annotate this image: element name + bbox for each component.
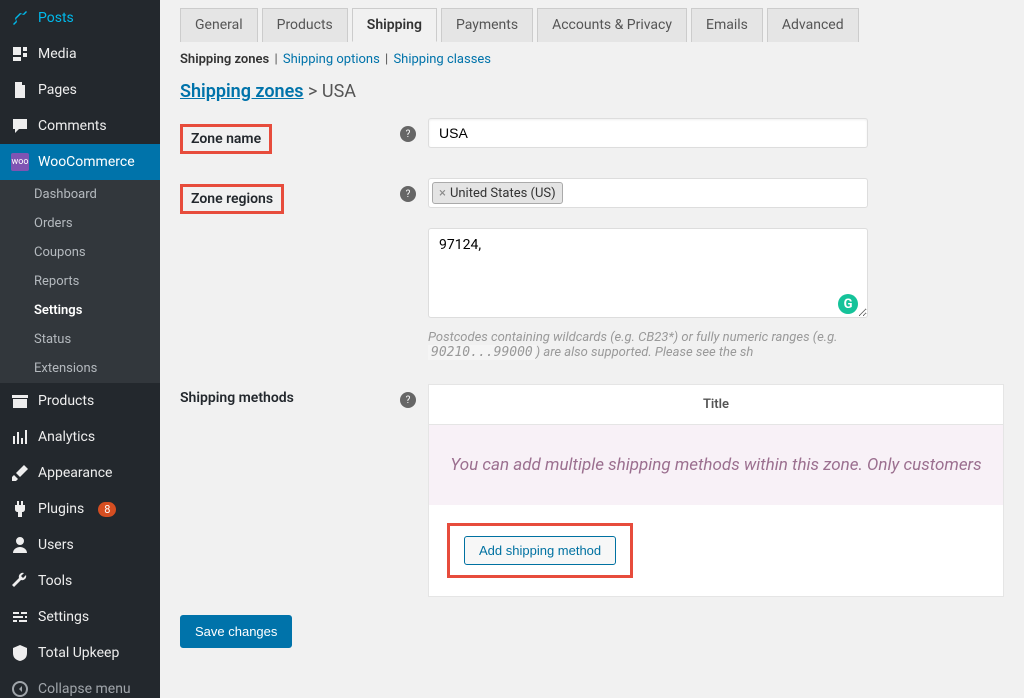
tab-accounts[interactable]: Accounts & Privacy [537, 8, 687, 42]
page-icon [10, 80, 30, 100]
sidebar-label: Collapse menu [38, 681, 131, 697]
sidebar-item-collapse[interactable]: Collapse menu [0, 671, 160, 698]
collapse-icon [10, 679, 30, 698]
tab-emails[interactable]: Emails [691, 8, 763, 42]
sidebar-label: Plugins [38, 501, 84, 517]
subnav-zones[interactable]: Shipping zones [180, 52, 269, 67]
tab-products[interactable]: Products [262, 8, 348, 42]
zone-name-label-wrap: Zone name [180, 118, 400, 154]
sidebar-item-media[interactable]: Media [0, 36, 160, 72]
tab-general[interactable]: General [180, 8, 258, 42]
shipping-methods-label: Shipping methods [180, 384, 400, 406]
sidebar-item-users[interactable]: Users [0, 527, 160, 563]
brush-icon [10, 463, 30, 483]
tab-shipping[interactable]: Shipping [352, 8, 437, 42]
comment-icon [10, 116, 30, 136]
woo-icon: woo [10, 152, 30, 172]
woocommerce-submenu: Dashboard Orders Coupons Reports Setting… [0, 180, 160, 383]
sidebar-label: Media [38, 46, 77, 62]
grammarly-icon[interactable]: G [838, 294, 858, 314]
shipping-methods-table: Title You can add multiple shipping meth… [428, 384, 1004, 597]
region-tag-label: United States (US) [450, 186, 556, 201]
zone-regions-label: Zone regions [180, 184, 284, 214]
sidebar-label: WooCommerce [38, 154, 135, 170]
help-tip-icon[interactable]: ? [400, 392, 416, 408]
user-icon [10, 535, 30, 555]
sidebar-item-posts[interactable]: Posts [0, 0, 160, 36]
submenu-coupons[interactable]: Coupons [0, 238, 160, 267]
subnav-options[interactable]: Shipping options [283, 52, 380, 67]
sidebar-item-wp-settings[interactable]: Settings [0, 599, 160, 635]
sidebar-label: Settings [38, 609, 89, 625]
sidebar-item-plugins[interactable]: Plugins 8 [0, 491, 160, 527]
sidebar-item-total-upkeep[interactable]: Total Upkeep [0, 635, 160, 671]
save-changes-button[interactable]: Save changes [180, 615, 292, 648]
zone-name-input[interactable] [428, 118, 868, 148]
subnav-classes[interactable]: Shipping classes [393, 52, 491, 67]
zone-name-row: Zone name ? [180, 118, 1004, 154]
sidebar-label: Appearance [38, 465, 112, 481]
add-shipping-method-button[interactable]: Add shipping method [464, 536, 616, 565]
zone-regions-row: Zone regions ? × United States (US) G Pos… [180, 178, 1004, 360]
methods-footer: Add shipping method [429, 505, 1003, 596]
separator: | [385, 52, 391, 67]
zone-form: Zone name ? Zone regions ? × United State… [160, 118, 1024, 597]
help-tip-icon[interactable]: ? [400, 186, 416, 202]
submenu-dashboard[interactable]: Dashboard [0, 180, 160, 209]
table-header-title: Title [429, 385, 1003, 425]
shipping-methods-row: Shipping methods ? Title You can add mul… [180, 384, 1004, 597]
sidebar-item-appearance[interactable]: Appearance [0, 455, 160, 491]
zone-name-label: Zone name [180, 124, 272, 154]
wrench-icon [10, 571, 30, 591]
settings-tabs: General Products Shipping Payments Accou… [160, 8, 1024, 42]
sidebar-label: Users [38, 537, 74, 553]
regions-tag-input[interactable]: × United States (US) [428, 178, 868, 208]
sidebar-label: Products [38, 393, 94, 409]
submenu-status[interactable]: Status [0, 325, 160, 354]
plug-icon [10, 499, 30, 519]
chart-icon [10, 427, 30, 447]
region-tag: × United States (US) [432, 182, 563, 204]
help-tip-icon[interactable]: ? [400, 126, 416, 142]
main-content: General Products Shipping Payments Accou… [160, 0, 1024, 698]
tab-advanced[interactable]: Advanced [767, 8, 859, 42]
sidebar-label: Analytics [38, 429, 95, 445]
sliders-icon [10, 607, 30, 627]
postcodes-textarea[interactable] [428, 228, 868, 318]
sidebar-item-woocommerce[interactable]: woo WooCommerce [0, 144, 160, 180]
sidebar-item-comments[interactable]: Comments [0, 108, 160, 144]
separator: | [274, 52, 280, 67]
archive-icon [10, 391, 30, 411]
pin-icon [10, 8, 30, 28]
sidebar-label: Tools [38, 573, 72, 589]
submenu-settings[interactable]: Settings [0, 296, 160, 325]
sidebar-label: Comments [38, 118, 107, 134]
breadcrumb-sep: > [304, 81, 322, 102]
remove-tag-icon[interactable]: × [439, 186, 446, 201]
sidebar-label: Posts [38, 10, 74, 26]
shipping-subnav: Shipping zones | Shipping options | Ship… [160, 42, 1024, 77]
postcodes-hint: Postcodes containing wildcards (e.g. CB2… [428, 330, 868, 360]
add-method-highlight: Add shipping method [447, 523, 633, 578]
sidebar-label: Pages [38, 82, 77, 98]
tab-payments[interactable]: Payments [441, 8, 533, 42]
submenu-orders[interactable]: Orders [0, 209, 160, 238]
submenu-extensions[interactable]: Extensions [0, 354, 160, 383]
plugins-badge: 8 [98, 502, 116, 517]
media-icon [10, 44, 30, 64]
breadcrumb-current: USA [322, 81, 356, 102]
submenu-reports[interactable]: Reports [0, 267, 160, 296]
sidebar-item-products[interactable]: Products [0, 383, 160, 419]
zone-regions-label-wrap: Zone regions [180, 178, 400, 214]
empty-methods-message: You can add multiple shipping methods wi… [429, 425, 1003, 505]
sidebar-item-pages[interactable]: Pages [0, 72, 160, 108]
sidebar-label: Total Upkeep [38, 645, 119, 661]
sidebar-item-analytics[interactable]: Analytics [0, 419, 160, 455]
breadcrumb: Shipping zones > USA [160, 77, 1024, 118]
sidebar-item-tools[interactable]: Tools [0, 563, 160, 599]
admin-sidebar: Posts Media Pages Comments woo WooCommer… [0, 0, 160, 698]
shield-icon [10, 643, 30, 663]
breadcrumb-parent[interactable]: Shipping zones [180, 81, 304, 102]
